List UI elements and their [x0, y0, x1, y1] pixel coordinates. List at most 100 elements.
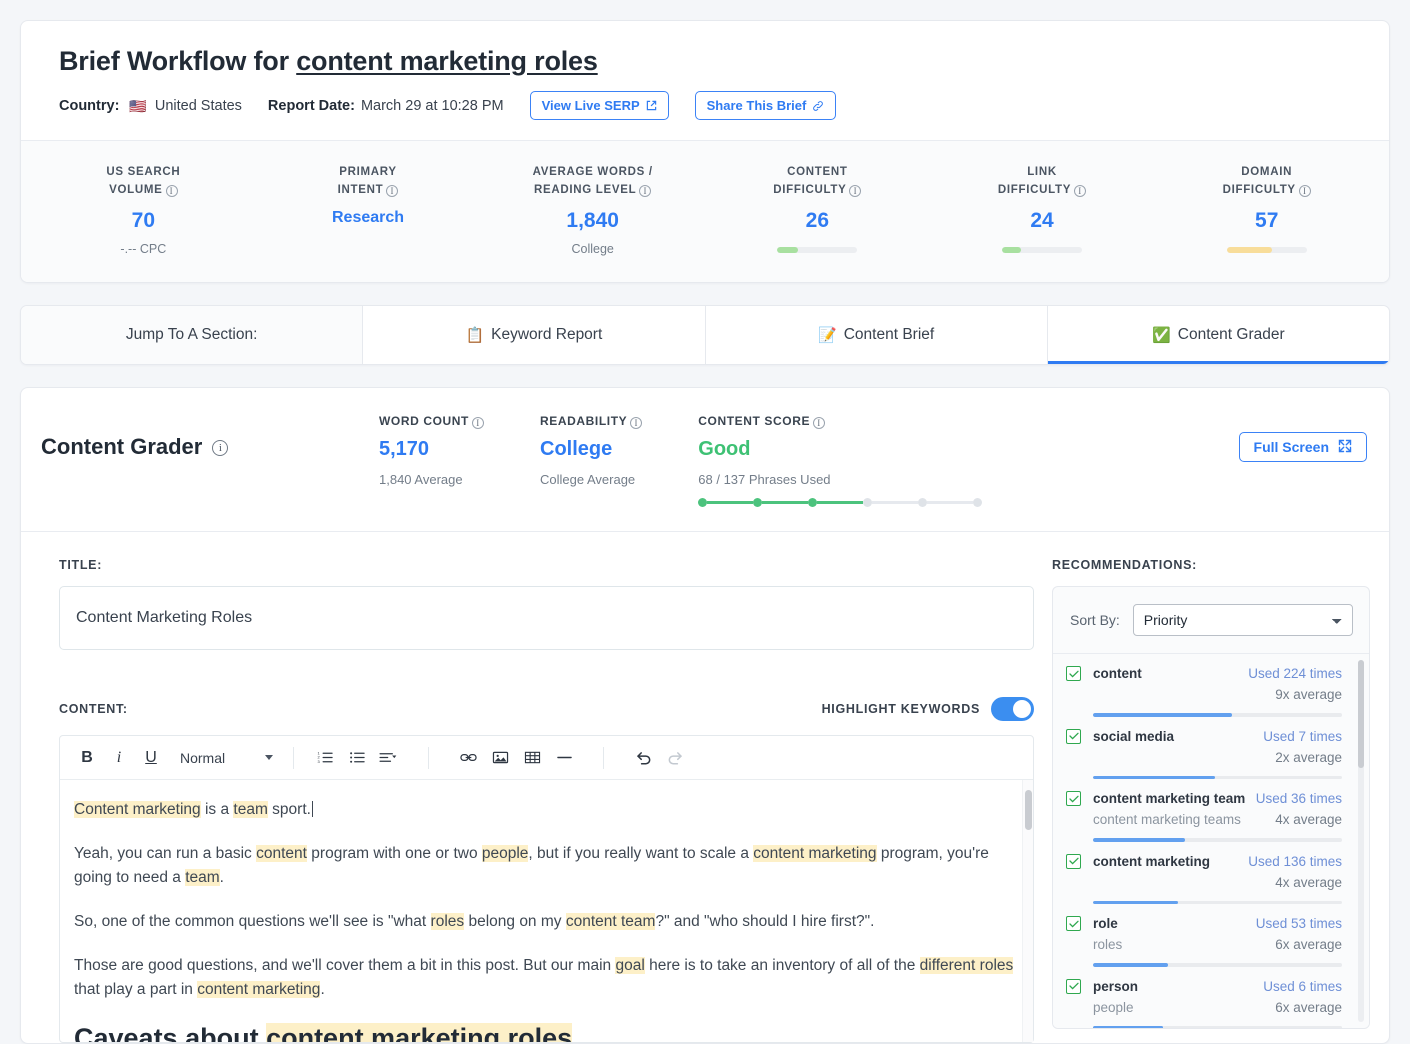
memo-icon: 📝 [818, 327, 837, 345]
editor-scrollbar-thumb[interactable] [1025, 790, 1032, 831]
page-title-prefix: Brief Workflow for [59, 46, 297, 76]
redo-button[interactable] [660, 743, 690, 773]
recommendation-checkbox[interactable] [1066, 791, 1081, 807]
recommendation-used: Used 36 times [1255, 791, 1342, 807]
recommendation-used: Used 136 times [1248, 853, 1342, 869]
info-icon[interactable]: i [813, 417, 826, 430]
editor-content-area[interactable]: Content marketing is a team sport. Yeah,… [60, 780, 1033, 1043]
step-line [762, 501, 809, 505]
recommendation-checkbox[interactable] [1066, 728, 1081, 744]
stat-label: READABILITY [540, 414, 628, 429]
stat-label: WORD COUNT [379, 414, 469, 429]
metric-domain-difficulty: DOMAIN DIFFICULTY i 57 [1154, 163, 1379, 256]
editor-heading: Caveats about content marketing roles [74, 1022, 1015, 1043]
jump-to-section-label: Jump To A Section: [21, 306, 364, 365]
view-live-serp-button[interactable]: View Live SERP [529, 91, 669, 121]
text-style-select[interactable]: Normal [176, 750, 277, 766]
recommendations-label: RECOMMENDATIONS: [1052, 558, 1197, 573]
editor-scrollbar[interactable] [1022, 780, 1033, 1043]
content-field-label: CONTENT: [59, 702, 128, 717]
stat-label: CONTENT SCORE [698, 414, 811, 429]
recommendations-scrollbar-thumb[interactable] [1358, 660, 1364, 769]
bold-button[interactable]: B [72, 743, 102, 773]
tab-label: Content Grader [1177, 326, 1285, 344]
info-icon[interactable]: i [386, 185, 399, 198]
rich-text-editor: B i U Normal 1 2 3 Content marketing is … [59, 735, 1034, 1044]
recommendations-column: RECOMMENDATIONS: Sort By: Priority conte… [1052, 558, 1370, 1043]
undo-button[interactable] [628, 743, 658, 773]
metric-us-search-volume: US SEARCH VOLUME i 70 -.-- CPC [31, 163, 256, 256]
recommendation-checkbox[interactable] [1066, 916, 1081, 932]
share-this-brief-button[interactable]: Share This Brief [694, 91, 837, 121]
text-align-button[interactable] [374, 743, 404, 773]
recommendation-item[interactable]: content marketing team Used 36 times con… [1053, 779, 1369, 842]
recommendation-item[interactable]: role Used 53 times roles 6x average [1053, 904, 1369, 967]
recommendation-checkbox[interactable] [1066, 978, 1081, 994]
insert-table-button[interactable] [517, 743, 547, 773]
clipboard-icon: 📋 [465, 327, 485, 345]
recommendations-scrollbar[interactable] [1358, 660, 1364, 1023]
tab-label: Keyword Report [491, 326, 603, 344]
step-dot [808, 498, 818, 508]
info-icon[interactable]: i [630, 417, 643, 430]
tab-content-brief[interactable]: 📝 Content Brief [705, 306, 1048, 365]
recommendation-average: 6x average [1275, 937, 1342, 953]
full-screen-button[interactable]: Full Screen [1238, 432, 1367, 463]
recommendation-checkbox[interactable] [1066, 666, 1081, 682]
check-mark-icon: ✅ [1152, 327, 1171, 345]
recommendation-item[interactable]: social media Used 7 times 2x average [1053, 717, 1369, 780]
content-score-stepper [698, 498, 983, 508]
recommendation-item[interactable]: content marketing Used 136 times 4x aver… [1053, 842, 1369, 905]
text-style-value: Normal [180, 749, 226, 766]
country-value: United States [154, 97, 242, 114]
step-line [817, 501, 864, 505]
highlight-keywords-toggle[interactable] [991, 697, 1034, 722]
step-dot [973, 498, 983, 508]
horizontal-rule-button[interactable] [549, 743, 579, 773]
recommendation-progress-bar [1093, 1025, 1342, 1029]
recommendation-term: role [1093, 916, 1118, 932]
metric-label-line2: DIFFICULTY [997, 184, 1072, 197]
tab-content-grader[interactable]: ✅ Content Grader [1047, 306, 1389, 365]
metric-content-difficulty: CONTENT DIFFICULTY i 26 [705, 163, 930, 256]
bullet-list-button[interactable] [342, 743, 372, 773]
title-input[interactable]: Content Marketing Roles [59, 586, 1034, 651]
ordered-list-button[interactable]: 1 2 3 [310, 743, 340, 773]
editor-paragraph: Those are good questions, and we'll cove… [74, 957, 1014, 999]
metric-label-line2: DIFFICULTY [1222, 184, 1296, 197]
step-dot [918, 498, 928, 508]
info-icon[interactable]: i [165, 185, 178, 198]
tab-keyword-report[interactable]: 📋 Keyword Report [363, 306, 706, 365]
sort-by-select[interactable]: Priority [1132, 604, 1353, 637]
info-icon[interactable]: i [1074, 185, 1087, 198]
metric-link-difficulty: LINK DIFFICULTY i 24 [930, 163, 1155, 256]
recommendation-item[interactable]: content Used 224 times 9x average [1053, 654, 1369, 717]
title-input-value: Content Marketing Roles [76, 609, 253, 627]
section-tabs: Jump To A Section: 📋 Keyword Report 📝 Co… [20, 305, 1390, 366]
metric-progress-bar [1226, 247, 1307, 254]
recommendation-term: social media [1093, 728, 1175, 744]
info-icon[interactable]: i [212, 440, 229, 457]
italic-button[interactable]: i [104, 743, 134, 773]
info-icon[interactable]: i [472, 417, 484, 430]
info-icon[interactable]: i [849, 185, 862, 198]
info-icon[interactable]: i [1298, 185, 1311, 198]
underline-button[interactable]: U [136, 743, 166, 773]
recommendation-term: content [1093, 666, 1142, 682]
recommendation-item[interactable]: person Used 6 times people 6x average [1053, 967, 1369, 1029]
chevron-down-icon [265, 755, 274, 761]
highlighted-keyword: Content marketing [74, 801, 201, 819]
toolbar-divider-3 [603, 746, 605, 769]
insert-link-button[interactable] [453, 743, 483, 773]
step-dot [698, 498, 708, 508]
recommendation-term: content marketing team [1093, 791, 1246, 807]
recommendation-checkbox[interactable] [1066, 853, 1081, 869]
metric-value: 70 [131, 209, 156, 233]
stat-sub: College Average [540, 472, 636, 488]
stat-sub: 1,840 Average [379, 472, 463, 488]
info-icon[interactable]: i [639, 185, 652, 198]
highlighted-keyword: content marketing roles [266, 1023, 573, 1043]
recommendation-variant: content marketing teams [1093, 812, 1241, 828]
highlighted-keyword: content marketing [197, 981, 321, 999]
insert-image-button[interactable] [485, 743, 515, 773]
